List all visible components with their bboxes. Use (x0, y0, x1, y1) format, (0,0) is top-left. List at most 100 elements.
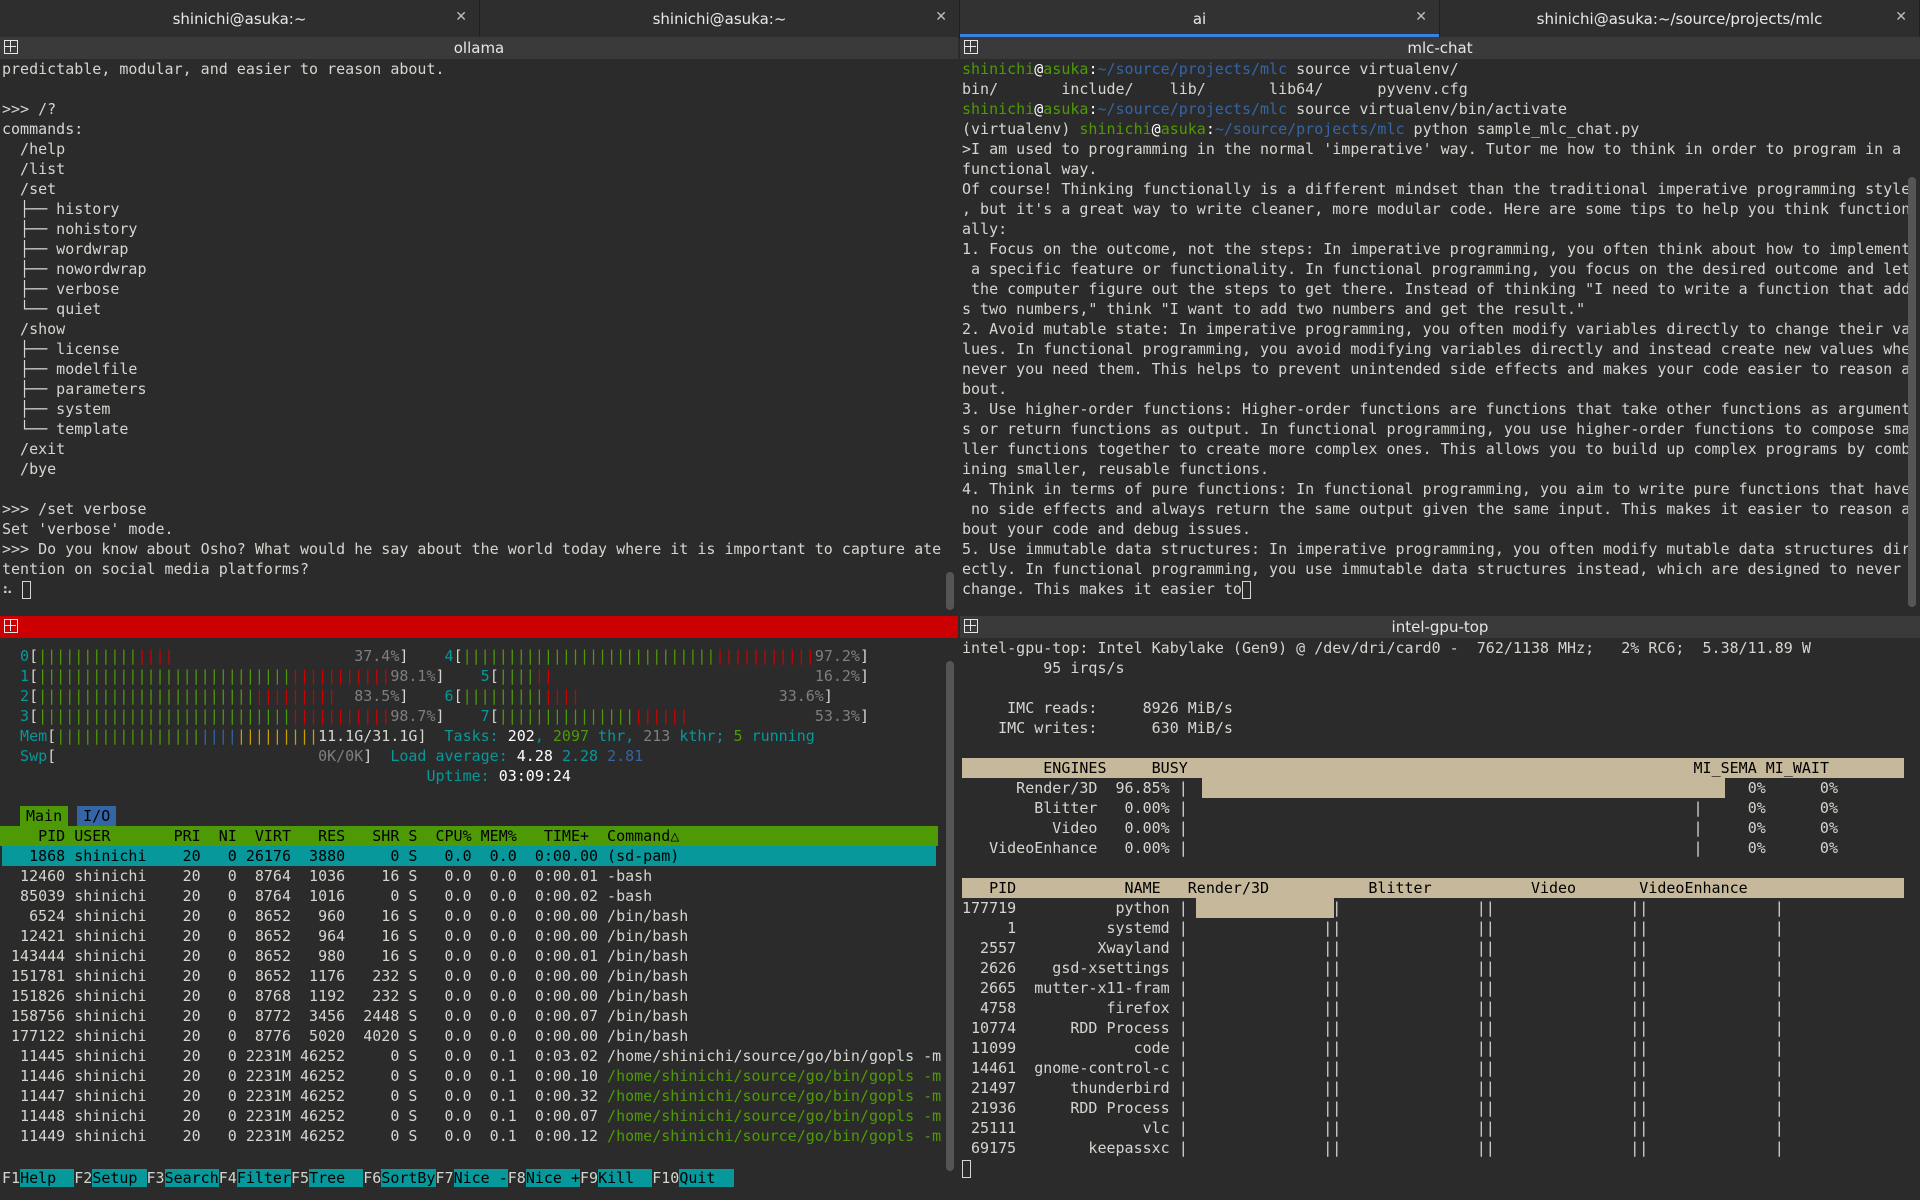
fkey-action-f9[interactable]: Kill (598, 1169, 653, 1187)
fkey-action-f4[interactable]: Filter (236, 1169, 291, 1187)
ls-output: bin/ include/ lib/ lib64/ pyvenv.cfg (962, 80, 1468, 98)
close-icon[interactable]: ✕ (455, 9, 467, 25)
process-row[interactable]: 11449 shinichi 20 0 2231M 46252 0 S 0.0 … (2, 1126, 956, 1146)
process-row[interactable]: 151781 shinichi 20 0 8652 1176 232 S 0.0… (2, 966, 956, 986)
fkey-f9[interactable]: F9 (580, 1169, 598, 1187)
client-row[interactable]: 11099 code | || || || | (962, 1038, 1918, 1058)
client-row[interactable]: 69175 keepassxc | || || || | (962, 1138, 1918, 1158)
tab-io[interactable]: I/O (77, 806, 117, 826)
process-row[interactable]: 12460 shinichi 20 0 8764 1036 16 S 0.0 0… (2, 866, 956, 886)
client-row[interactable]: 10774 RDD Process | || || || | (962, 1018, 1918, 1038)
fkey-f2[interactable]: F2 (74, 1169, 92, 1187)
cpu-meter-0: 0[||||||||||||||| 37.4%] (2, 647, 409, 665)
client-row[interactable]: 2665 mutter-x11-fram | || || || | (962, 978, 1918, 998)
fkey-action-f8[interactable]: Nice + (525, 1169, 580, 1187)
fkey-action-f1[interactable]: Help (20, 1169, 75, 1187)
output-line: ├── license (2, 340, 120, 358)
pane-title-bar: ollama (0, 37, 958, 59)
client-row[interactable]: 14461 gnome-control-c | || || || | (962, 1058, 1918, 1078)
client-row[interactable]: 21936 RDD Process | || || || | (962, 1098, 1918, 1118)
tab-2[interactable]: shinichi@asuka:~ ✕ (480, 0, 960, 37)
htop-meters: 0[||||||||||||||| 37.4%] 4[|||||||||||||… (0, 646, 958, 786)
fkey-f5[interactable]: F5 (291, 1169, 309, 1187)
tab-4[interactable]: shinichi@asuka:~/source/projects/mlc ✕ (1440, 0, 1920, 37)
tab-main[interactable]: Main (20, 806, 69, 826)
pane-title: mlc-chat (1407, 39, 1473, 57)
process-row[interactable]: 12421 shinichi 20 0 8652 964 16 S 0.0 0.… (2, 926, 956, 946)
close-icon[interactable]: ✕ (1415, 9, 1427, 25)
fkey-action-f5[interactable]: Tree (309, 1169, 364, 1187)
output-line: commands: (2, 120, 84, 138)
process-row[interactable]: 151826 shinichi 20 0 8768 1192 232 S 0.0… (2, 986, 956, 1006)
process-row[interactable]: 158756 shinichi 20 0 8772 3456 2448 S 0.… (2, 1006, 956, 1026)
fkey-action-f3[interactable]: Search (164, 1169, 219, 1187)
memory-meter: Mem[|||||||||||||||||||||||||||||11.1G/3… (2, 727, 815, 745)
gpu-output: intel-gpu-top: Intel Kabylake (Gen9) @ /… (960, 638, 1920, 738)
mlc-chat-pane[interactable]: mlc-chat shinichi@asuka:~/source/project… (960, 37, 1920, 615)
process-row[interactable]: 11447 shinichi 20 0 2231M 46252 0 S 0.0 … (2, 1086, 956, 1106)
process-row[interactable]: 11446 shinichi 20 0 2231M 46252 0 S 0.0 … (2, 1066, 956, 1086)
pane-layout-icon[interactable] (964, 40, 978, 54)
intel-gpu-top-pane[interactable]: intel-gpu-top intel-gpu-top: Intel Kabyl… (960, 616, 1920, 1200)
process-row[interactable]: 143444 shinichi 20 0 8652 980 16 S 0.0 0… (2, 946, 956, 966)
tasks-count: 202 (507, 727, 535, 745)
process-table: 1868 shinichi 20 0 26176 3880 0 S 0.0 0.… (0, 846, 958, 1146)
swap-meter: Swp[ 0K/0K] Load average: 4.28 2.28 2.81 (2, 747, 644, 765)
output-line: /bye (2, 460, 57, 478)
engine-row: Render/3D 96.85% | | 0% 0% (962, 778, 1838, 798)
client-row[interactable]: 177719 python | || || || | (962, 898, 1918, 918)
scrollbar-thumb[interactable] (1908, 177, 1916, 607)
tab-3-active[interactable]: ai ✕ (960, 0, 1440, 37)
fkey-f6[interactable]: F6 (363, 1169, 381, 1187)
pane-layout-icon[interactable] (4, 619, 18, 633)
engines-table: ENGINES BUSY MI_SEMA MI_WAIT Render/3D 9… (960, 758, 1920, 858)
fkey-f1[interactable]: F1 (2, 1169, 20, 1187)
command: source virtualenv/bin/activate (1287, 100, 1568, 118)
tab-1[interactable]: shinichi@asuka:~ ✕ (0, 0, 480, 37)
load-1: 4.28 (516, 747, 553, 765)
process-row[interactable]: 177122 shinichi 20 0 8776 5020 4020 S 0.… (2, 1026, 956, 1046)
client-row[interactable]: 2557 Xwayland | || || || | (962, 938, 1918, 958)
running-count: 5 (733, 727, 743, 745)
process-row[interactable]: 1868 shinichi 20 0 26176 3880 0 S 0.0 0.… (2, 846, 936, 866)
output-line: /set (2, 180, 57, 198)
scrollbar-thumb[interactable] (946, 661, 954, 1171)
pane-layout-icon[interactable] (4, 40, 18, 54)
mlc-output: shinichi@asuka:~/source/projects/mlc sou… (962, 60, 1911, 599)
ollama-pane[interactable]: ollama predictable, modular, and easier … (0, 37, 958, 615)
ollama-prompt-line[interactable]: ⠦ (0, 579, 958, 599)
imc-writes: IMC writes: 630 MiB/s (962, 719, 1233, 737)
scrollbar-thumb[interactable] (946, 572, 954, 610)
gpu-cursor-line (960, 1158, 1920, 1178)
output-line: ├── parameters (2, 380, 147, 398)
close-icon[interactable]: ✕ (935, 9, 947, 25)
fkey-f10[interactable]: F10 (652, 1169, 679, 1187)
output-line: ├── modelfile (2, 360, 138, 378)
fkey-f7[interactable]: F7 (436, 1169, 454, 1187)
client-row[interactable]: 25111 vlc | || || || | (962, 1118, 1918, 1138)
client-row[interactable]: 1 systemd | || || || | (962, 918, 1918, 938)
pane-layout-icon[interactable] (964, 619, 978, 633)
htop-pane[interactable]: htop 0[||||||||||||||| 37.4%] 4[||||||||… (0, 616, 958, 1200)
process-row[interactable]: 11445 shinichi 20 0 2231M 46252 0 S 0.0 … (2, 1046, 956, 1066)
fkey-f4[interactable]: F4 (219, 1169, 237, 1187)
process-row[interactable]: 85039 shinichi 20 0 8764 1016 0 S 0.0 0.… (2, 886, 956, 906)
client-row[interactable]: 2626 gsd-xsettings | || || || | (962, 958, 1918, 978)
process-table-header[interactable]: PID USER PRI NI VIRT RES SHR S CPU% MEM%… (0, 826, 938, 846)
tab-label: shinichi@asuka:~ (652, 9, 787, 28)
fkey-action-f7[interactable]: Nice - (453, 1169, 508, 1187)
fkey-action-f6[interactable]: SortBy (381, 1169, 436, 1187)
text-cursor (962, 1159, 971, 1178)
client-row[interactable]: 21497 thunderbird | || || || | (962, 1078, 1918, 1098)
load-5: 2.28 (561, 747, 599, 765)
process-row[interactable]: 6524 shinichi 20 0 8652 960 16 S 0.0 0.0… (2, 906, 956, 926)
output-line: tention on social media platforms? (2, 560, 310, 578)
fkey-f3[interactable]: F3 (147, 1169, 165, 1187)
fkey-f8[interactable]: F8 (508, 1169, 526, 1187)
fkey-action-f2[interactable]: Setup (92, 1169, 147, 1187)
close-icon[interactable]: ✕ (1895, 9, 1907, 25)
client-row[interactable]: 4758 firefox | || || || | (962, 998, 1918, 1018)
process-row[interactable]: 11448 shinichi 20 0 2231M 46252 0 S 0.0 … (2, 1106, 956, 1126)
output-line: └── template (2, 420, 129, 438)
fkey-action-f10[interactable]: Quit (679, 1169, 734, 1187)
